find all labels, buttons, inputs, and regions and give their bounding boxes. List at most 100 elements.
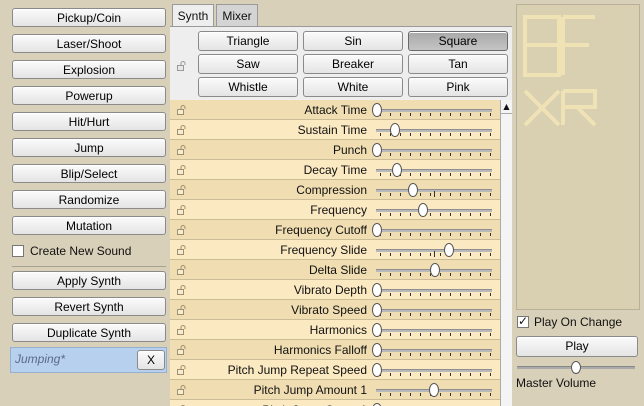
lock-icon[interactable] (177, 385, 187, 395)
param-slider-ticks (376, 233, 492, 238)
lock-icon[interactable] (177, 145, 187, 155)
slider-tick (420, 393, 421, 396)
generator-pickup-coin-button[interactable]: Pickup/Coin (12, 8, 166, 27)
duplicate-synth-button[interactable]: Duplicate Synth (12, 323, 166, 342)
slider-tick (380, 273, 381, 276)
lock-icon[interactable] (177, 165, 187, 175)
generator-jump-button[interactable]: Jump (12, 138, 166, 157)
lock-icon[interactable] (177, 185, 187, 195)
param-slider-thumb[interactable] (372, 283, 382, 297)
lock-icon[interactable] (177, 305, 187, 315)
slider-tick (410, 333, 411, 336)
tab-mixer[interactable]: Mixer (216, 4, 258, 26)
waveform-whistle-button[interactable]: Whistle (198, 77, 298, 97)
generator-randomize-button[interactable]: Randomize (12, 190, 166, 209)
slider-tick (390, 213, 391, 216)
param-slider-thumb[interactable] (392, 163, 402, 177)
slider-tick (450, 113, 451, 116)
slider-tick (490, 393, 491, 396)
lock-icon[interactable] (177, 285, 187, 295)
lock-icon[interactable] (177, 125, 187, 135)
waveform-square-button[interactable]: Square (408, 31, 508, 51)
lock-icon[interactable] (177, 105, 187, 115)
slider-tick (440, 193, 441, 196)
waveform-sin-button[interactable]: Sin (303, 31, 403, 51)
param-slider-thumb[interactable] (429, 383, 439, 397)
slider-tick (400, 213, 401, 216)
param-slider-thumb[interactable] (372, 103, 382, 117)
param-row-vibrato-speed: Vibrato Speed (170, 300, 500, 320)
apply-synth-button[interactable]: Apply Synth (12, 271, 166, 290)
waveform-saw-button[interactable]: Saw (198, 54, 298, 74)
revert-synth-button[interactable]: Revert Synth (12, 297, 166, 316)
slider-tick (390, 353, 391, 356)
param-slider-thumb[interactable] (418, 203, 428, 217)
delete-sound-button[interactable]: X (137, 350, 165, 370)
generator-blip-select-button[interactable]: Blip/Select (12, 164, 166, 183)
lock-icon[interactable] (177, 365, 187, 375)
waveform-breaker-button[interactable]: Breaker (303, 54, 403, 74)
scrollbar[interactable]: ▲ (500, 100, 512, 406)
lock-icon[interactable] (177, 265, 187, 275)
lock-icon[interactable] (177, 345, 187, 355)
param-label: Frequency Cutoff (275, 223, 367, 237)
waveform-lock-icon[interactable] (177, 61, 187, 71)
param-label: Harmonics Falloff (273, 343, 367, 357)
param-label: Decay Time (303, 163, 367, 177)
param-slider-ticks (376, 353, 492, 358)
waveform-white-button[interactable]: White (303, 77, 403, 97)
slider-tick (400, 133, 401, 136)
tab-synth[interactable]: Synth (172, 4, 214, 27)
param-slider-thumb[interactable] (372, 363, 382, 377)
param-slider-track[interactable] (376, 369, 492, 372)
slider-tick (440, 273, 441, 276)
slider-tick (440, 393, 441, 396)
param-slider-track[interactable] (376, 149, 492, 152)
generator-explosion-button[interactable]: Explosion (12, 60, 166, 79)
slider-tick (440, 173, 441, 176)
play-button[interactable]: Play (516, 336, 638, 357)
param-slider-thumb[interactable] (372, 303, 382, 317)
slider-tick (480, 393, 481, 396)
generator-hit-hurt-button[interactable]: Hit/Hurt (12, 112, 166, 131)
create-new-sound-checkbox[interactable] (12, 245, 24, 257)
generator-laser-shoot-button[interactable]: Laser/Shoot (12, 34, 166, 53)
param-row-decay-time: Decay Time (170, 160, 500, 180)
slider-tick (470, 173, 471, 176)
param-slider-thumb[interactable] (372, 223, 382, 237)
param-slider-track[interactable] (376, 289, 492, 292)
slider-tick (470, 393, 471, 396)
param-slider-thumb[interactable] (372, 323, 382, 337)
param-slider-thumb[interactable] (372, 343, 382, 357)
param-slider-thumb[interactable] (444, 243, 454, 257)
waveform-tan-button[interactable]: Tan (408, 54, 508, 74)
play-on-change-checkbox[interactable] (517, 314, 529, 328)
master-volume-thumb[interactable] (571, 361, 581, 374)
param-slider-track[interactable] (376, 349, 492, 352)
lock-icon[interactable] (177, 205, 187, 215)
right-panel: Play On Change Play Master Volume (512, 0, 644, 406)
generator-mutation-button[interactable]: Mutation (12, 216, 166, 235)
param-slider-track[interactable] (376, 309, 492, 312)
slider-tick (460, 173, 461, 176)
lock-icon[interactable] (177, 225, 187, 235)
lock-icon[interactable] (177, 325, 187, 335)
waveform-pink-button[interactable]: Pink (408, 77, 508, 97)
param-slider-thumb[interactable] (390, 123, 400, 137)
generator-powerup-button[interactable]: Powerup (12, 86, 166, 105)
param-label: Frequency (310, 203, 367, 217)
param-slider-track[interactable] (376, 109, 492, 112)
param-slider-track[interactable] (376, 229, 492, 232)
waveform-triangle-button[interactable]: Triangle (198, 31, 298, 51)
slider-tick (490, 153, 491, 156)
param-slider-thumb[interactable] (430, 263, 440, 277)
slider-tick (390, 313, 391, 316)
scroll-up-arrow-icon[interactable]: ▲ (501, 100, 512, 114)
lock-icon[interactable] (177, 245, 187, 255)
param-slider-track[interactable] (376, 209, 492, 212)
sound-list-item[interactable]: Jumping* X (10, 347, 167, 373)
param-slider-track[interactable] (376, 329, 492, 332)
param-row-pitch-jump-onset-1: Pitch Jump Onset 1 (170, 400, 500, 406)
param-slider-thumb[interactable] (408, 183, 418, 197)
param-slider-thumb[interactable] (372, 143, 382, 157)
